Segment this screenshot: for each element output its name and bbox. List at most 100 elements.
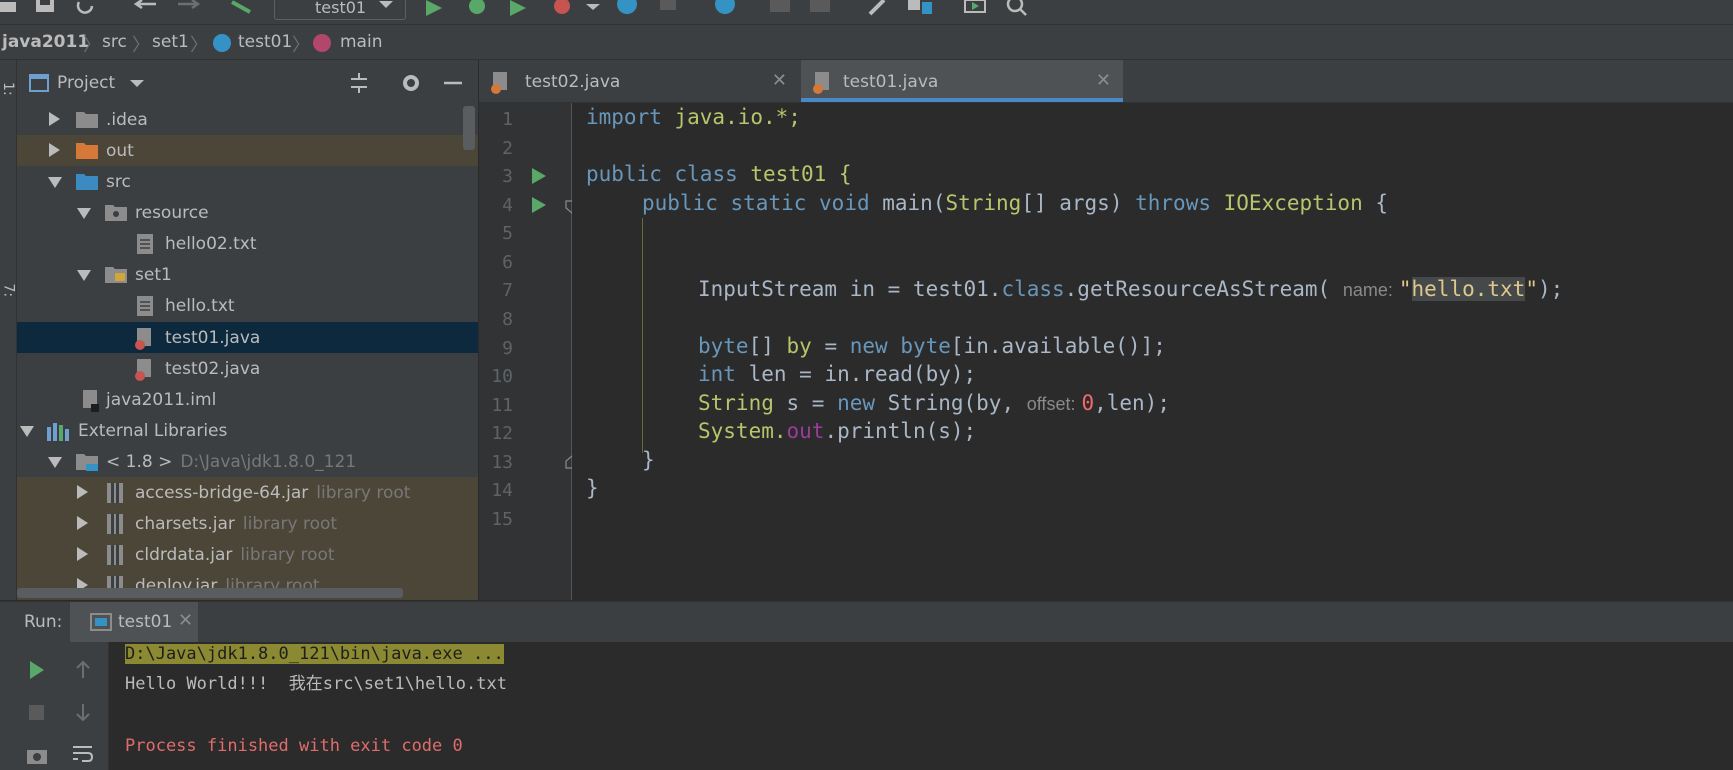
sdk-icon[interactable] — [810, 0, 834, 16]
line-number: 9 — [502, 338, 513, 359]
run-tab-label: test01 — [118, 612, 173, 632]
tree-item-idea[interactable]: .idea — [17, 104, 478, 135]
settings-wrench-icon[interactable] — [868, 0, 892, 16]
expand-arrow-icon[interactable] — [49, 143, 60, 157]
project-structure-icon[interactable] — [770, 0, 794, 16]
tree-item-hello-txt[interactable]: hello.txt — [17, 290, 478, 321]
code-line-13: } — [642, 448, 655, 472]
java-file-icon — [135, 359, 151, 381]
tree-item-charsets-jar[interactable]: charsets.jar library root — [17, 508, 478, 539]
active-tab-indicator — [801, 98, 1123, 102]
gear-icon[interactable] — [401, 73, 421, 93]
tree-item-src[interactable]: src — [17, 166, 478, 197]
tree-item-resource[interactable]: resource — [17, 197, 478, 228]
close-icon[interactable]: ✕ — [178, 610, 193, 631]
coverage-icon[interactable] — [506, 0, 530, 16]
collapse-arrow-icon[interactable] — [48, 177, 62, 188]
breadcrumb-src[interactable]: src — [102, 32, 127, 52]
horizontal-scrollbar[interactable] — [17, 588, 403, 598]
project-tool-button[interactable]: 1: Project — [0, 82, 16, 130]
line-number: 6 — [502, 252, 513, 273]
arrow-down-icon[interactable] — [74, 702, 92, 722]
profile-icon[interactable] — [552, 0, 576, 16]
tree-item-access-bridge-jar[interactable]: access-bridge-64.jar library root — [17, 477, 478, 508]
tree-item-out[interactable]: out — [17, 135, 478, 166]
dropdown-icon[interactable] — [586, 0, 600, 16]
run-config-icon — [90, 613, 112, 631]
tree-item-label: java2011.iml — [106, 390, 217, 410]
tree-item-jdk[interactable]: < 1.8 > D:\Java\jdk1.8.0_121 — [17, 446, 478, 477]
soft-wrap-icon[interactable] — [72, 744, 94, 764]
hide-icon[interactable] — [443, 73, 463, 93]
debug-icon[interactable] — [466, 0, 488, 16]
run-icon[interactable] — [424, 0, 444, 16]
tab-test01-java[interactable]: test01.java ✕ — [801, 60, 1123, 102]
collapse-arrow-icon[interactable] — [20, 426, 34, 437]
tree-item-label: test02.java — [165, 359, 261, 379]
structure-tool-button[interactable]: 7: Structure — [0, 283, 17, 348]
save-icon[interactable] — [36, 0, 56, 16]
run-configuration-selector[interactable]: test01 — [274, 0, 406, 20]
arrow-up-icon[interactable] — [74, 660, 92, 680]
expand-arrow-icon[interactable] — [77, 547, 88, 561]
rerun-icon[interactable] — [28, 660, 46, 680]
search-everywhere-icon[interactable] — [714, 0, 738, 16]
open-icon[interactable] — [0, 0, 20, 16]
collapse-arrow-icon[interactable] — [77, 208, 91, 219]
tree-item-label: charsets.jar library root — [135, 514, 338, 534]
close-icon[interactable]: ✕ — [1096, 70, 1111, 91]
expand-arrow-icon[interactable] — [77, 516, 88, 530]
code-line-10: int len = in.read(by); — [698, 362, 977, 386]
project-structure-icon[interactable] — [908, 0, 934, 16]
breadcrumb-set1[interactable]: set1 — [152, 32, 189, 52]
console-line-exit: Process finished with exit code 0 — [125, 736, 463, 756]
breadcrumb-class[interactable]: test01 — [238, 32, 292, 52]
vertical-scrollbar[interactable] — [463, 106, 475, 150]
console-output[interactable]: D:\Java\jdk1.8.0_121\bin\java.exe ... He… — [109, 642, 1733, 770]
update-icon[interactable] — [616, 0, 640, 16]
run-label: Run: — [24, 612, 63, 632]
stop-icon[interactable] — [28, 704, 46, 722]
tree-item-java2011-iml[interactable]: java2011.iml — [17, 384, 478, 415]
run-tab-test01[interactable]: test01 ✕ — [70, 602, 198, 642]
undo-icon[interactable] — [134, 0, 158, 16]
camera-icon[interactable] — [26, 746, 48, 764]
tree-item-set1[interactable]: set1 — [17, 259, 478, 290]
build-hammer-icon[interactable] — [230, 0, 254, 16]
code-editor[interactable]: import java.io.*; public class test01 { … — [572, 103, 1733, 600]
tree-item-cldrdata-jar[interactable]: cldrdata.jar library root — [17, 539, 478, 570]
package-folder-icon — [105, 205, 127, 221]
run-gutter-icon[interactable] — [531, 196, 547, 214]
collapse-arrow-icon[interactable] — [48, 457, 62, 468]
tab-test02-java[interactable]: test02.java ✕ — [479, 60, 799, 102]
breadcrumb-method[interactable]: main — [340, 32, 382, 52]
tree-item-label: cldrdata.jar library root — [135, 545, 335, 565]
search-icon[interactable] — [1006, 0, 1030, 16]
stop-icon[interactable] — [660, 0, 680, 16]
refresh-icon[interactable] — [76, 0, 96, 16]
main-toolbar: test01 — [0, 0, 1733, 25]
library-root-hint: library root — [242, 514, 338, 534]
text-file-icon — [137, 234, 153, 254]
redo-icon[interactable] — [176, 0, 200, 16]
tree-item-test01-java[interactable]: test01.java — [17, 322, 478, 353]
collapse-arrow-icon[interactable] — [77, 270, 91, 281]
run-tool-window-header: Run: test01 ✕ — [0, 601, 1733, 643]
tree-item-label: out — [106, 141, 134, 161]
run-anything-icon[interactable] — [964, 0, 988, 16]
collapse-all-icon[interactable] — [349, 73, 369, 93]
project-panel-header: Project — [17, 60, 478, 106]
tree-item-hello02-txt[interactable]: hello02.txt — [17, 228, 478, 259]
expand-arrow-icon[interactable] — [49, 112, 60, 126]
tree-item-test02-java[interactable]: test02.java — [17, 353, 478, 384]
tree-item-label: test01.java — [165, 328, 261, 348]
project-panel-title[interactable]: Project — [57, 73, 115, 93]
expand-arrow-icon[interactable] — [77, 485, 88, 499]
close-icon[interactable]: ✕ — [772, 70, 787, 91]
tree-item-label: src — [106, 172, 131, 192]
run-gutter-icon[interactable] — [531, 167, 547, 185]
chevron-down-icon[interactable] — [130, 80, 144, 90]
breadcrumb-project[interactable]: java2011 — [2, 32, 89, 52]
tree-item-external-libraries[interactable]: External Libraries — [17, 415, 478, 446]
tree-item-label: .idea — [106, 110, 148, 130]
